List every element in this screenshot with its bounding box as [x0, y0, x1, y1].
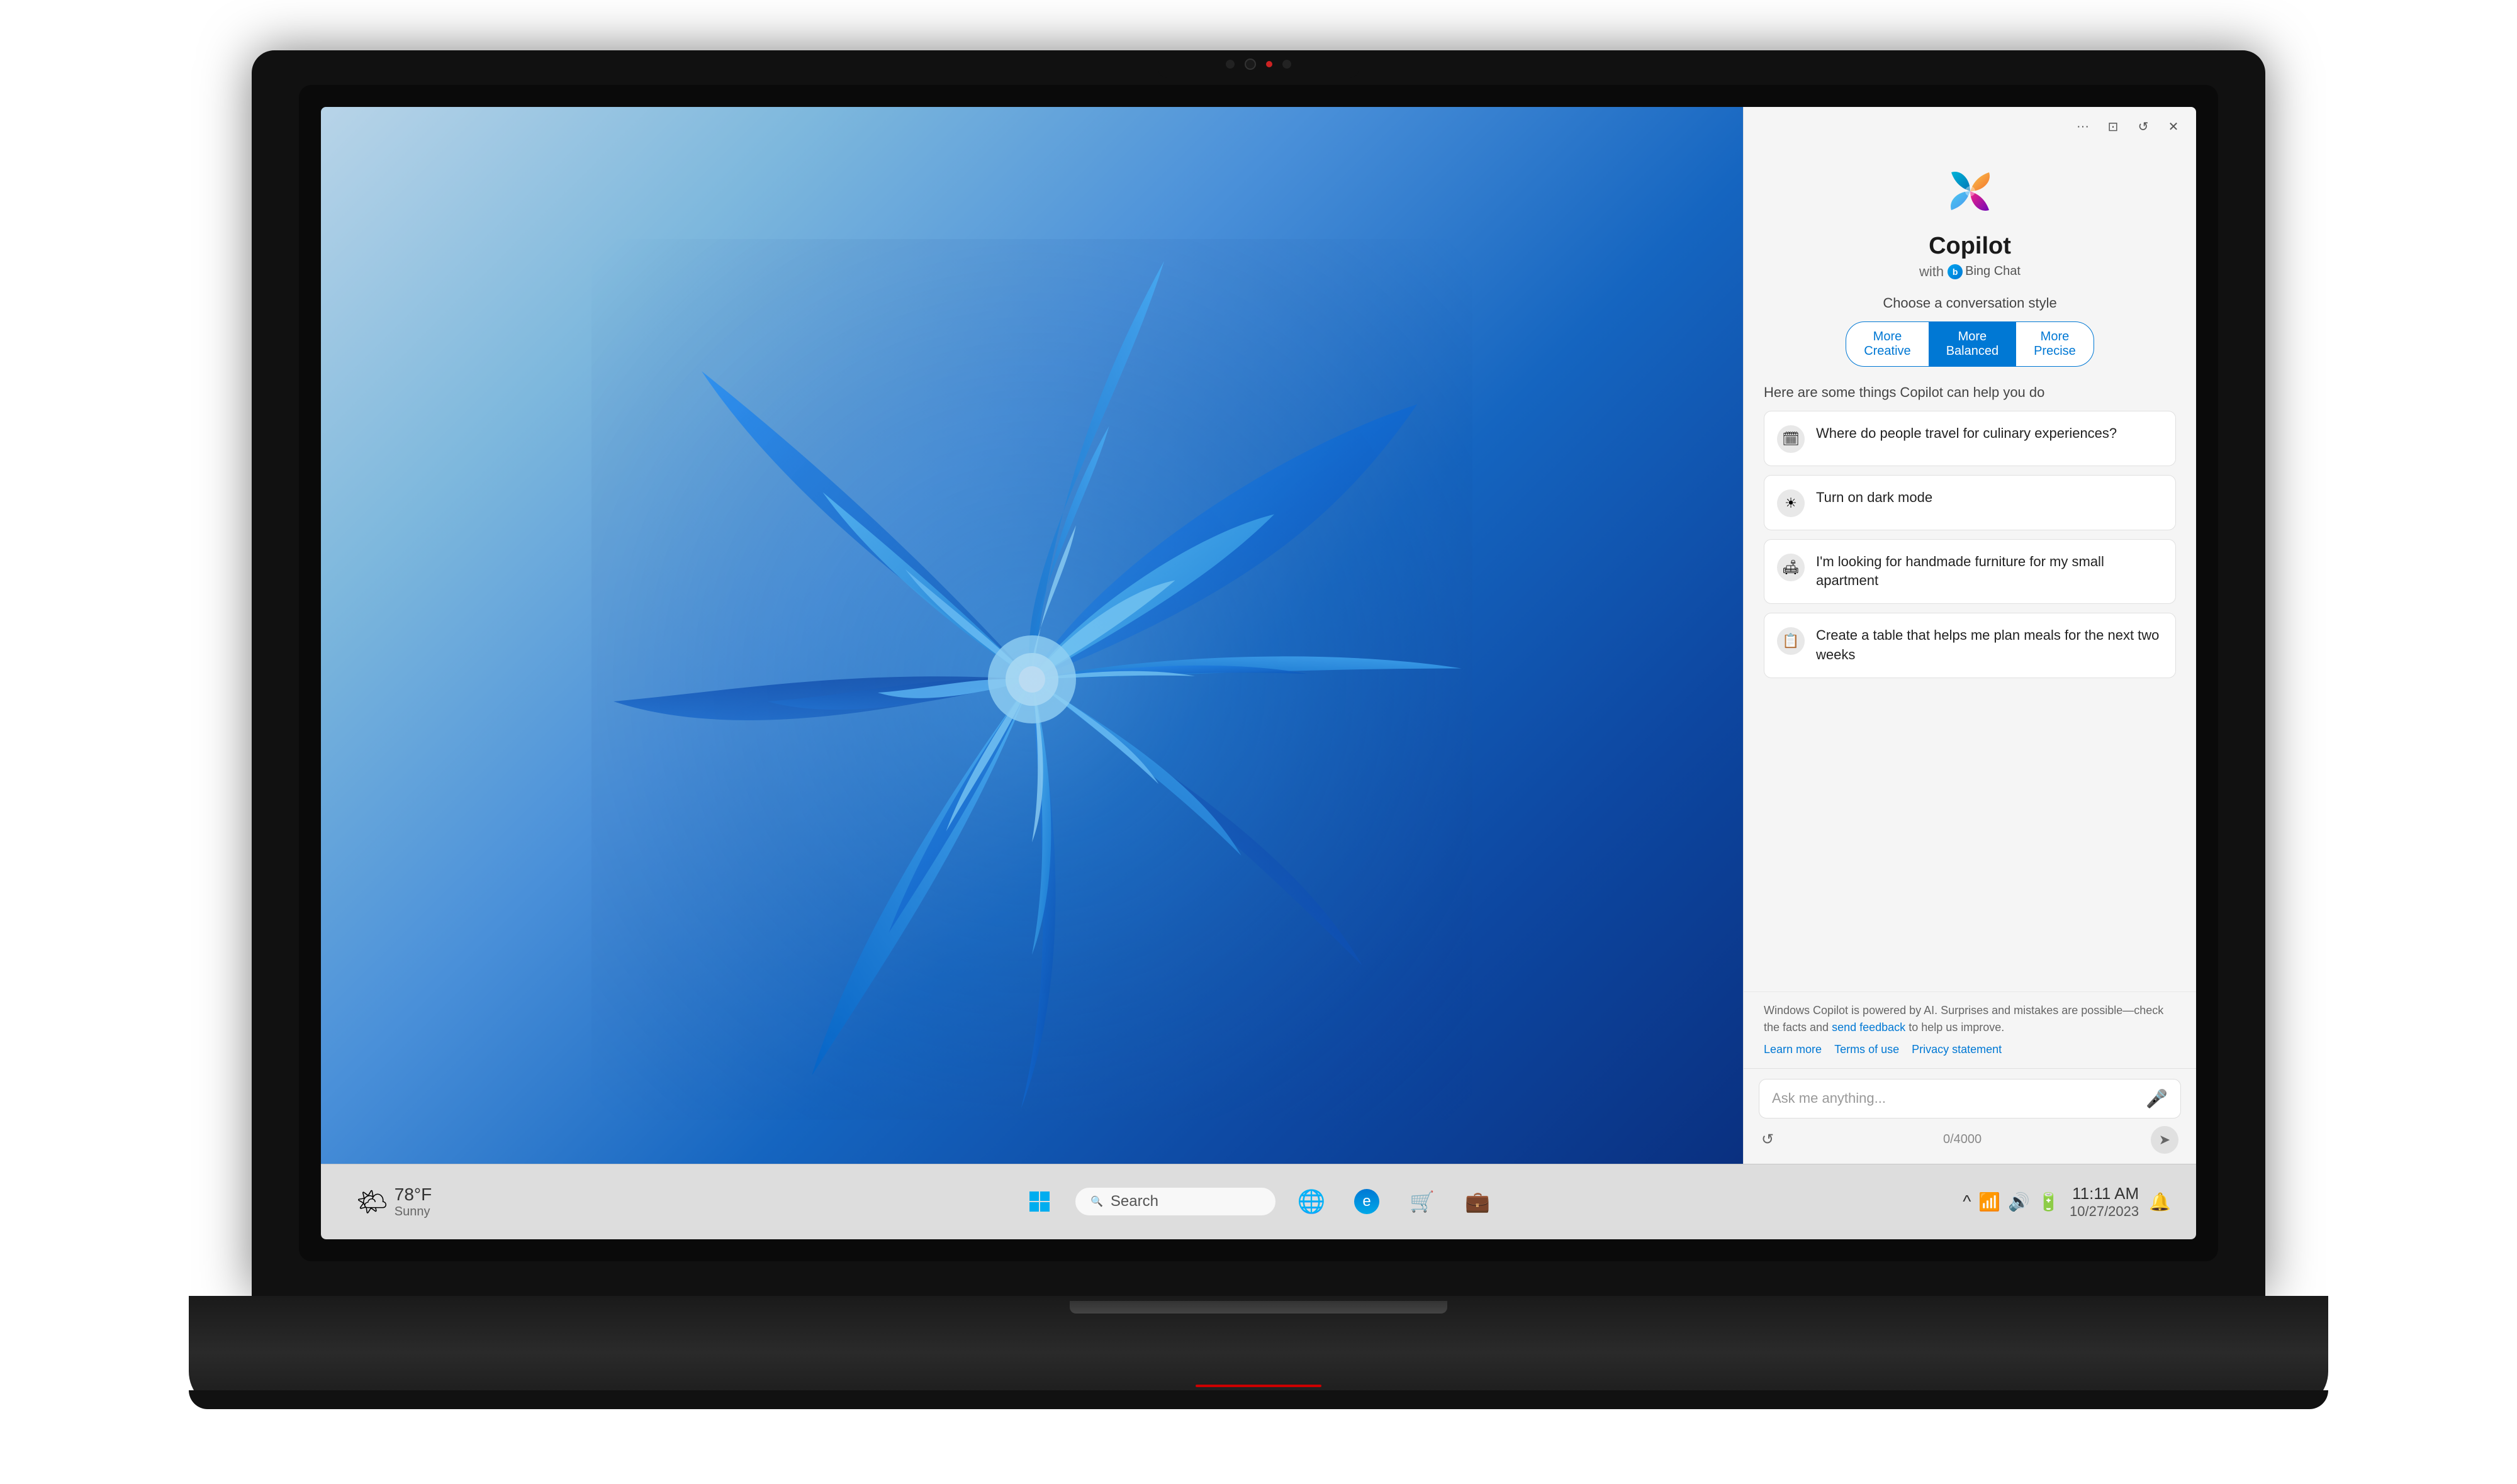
suggestion-icon-furniture: 🛋	[1777, 554, 1805, 581]
new-chat-button[interactable]: ⊡	[2103, 117, 2123, 137]
laptop-lid: ··· ⊡ ↺ ✕	[252, 50, 2265, 1296]
weather-text: 78°F Sunny	[395, 1185, 432, 1219]
suggestion-item-darkmode[interactable]: ☀ Turn on dark mode	[1764, 475, 2176, 530]
weather-condition: Sunny	[395, 1205, 432, 1219]
camera-dot-left	[1226, 60, 1235, 69]
desktop: ··· ⊡ ↺ ✕	[321, 107, 2196, 1164]
suggestion-icon-meals: 📋	[1777, 627, 1805, 655]
close-button[interactable]: ✕	[2163, 117, 2183, 137]
char-count: 0/4000	[1943, 1132, 1982, 1147]
clock[interactable]: 11:11 AM 10/27/2023	[2070, 1184, 2139, 1220]
copilot-suggestions: Here are some things Copilot can help yo…	[1744, 382, 2196, 991]
style-btn-creative[interactable]: MoreCreative	[1846, 322, 1928, 366]
laptop-base-bottom	[189, 1390, 2328, 1409]
bloom-wallpaper	[591, 239, 1472, 1120]
privacy-statement-link[interactable]: Privacy statement	[1912, 1041, 2002, 1058]
footer-links: Learn more Terms of use Privacy statemen…	[1764, 1041, 2176, 1058]
search-bar-text: Search	[1111, 1193, 1158, 1210]
screen: ··· ⊡ ↺ ✕	[321, 107, 2196, 1239]
input-placeholder: Ask me anything...	[1772, 1090, 2138, 1107]
copilot-titlebar: ··· ⊡ ↺ ✕	[1744, 107, 2196, 147]
tray-battery-icon[interactable]: 🔋	[2038, 1191, 2060, 1212]
clock-time: 11:11 AM	[2070, 1184, 2139, 1203]
taskbar-center: 🔍 Search 🌐 e 🛒 💼	[1019, 1181, 1498, 1222]
input-footer-left: ↺	[1761, 1130, 1774, 1149]
notification-icon[interactable]: 🔔	[2149, 1191, 2171, 1212]
style-buttons: MoreCreative MoreBalanced MorePrecise	[1846, 321, 2094, 367]
system-tray: ^ 📶 🔊 🔋	[1963, 1191, 2060, 1212]
taskbar-teams-icon[interactable]: 💼	[1457, 1181, 1498, 1222]
screen-bezel: ··· ⊡ ↺ ✕	[299, 85, 2218, 1261]
wallpaper	[321, 107, 1743, 1164]
camera-dot-right	[1282, 60, 1291, 69]
bing-icon: b	[1948, 264, 1963, 279]
copilot-logo	[1939, 160, 2002, 223]
more-options-button[interactable]: ···	[2073, 117, 2093, 137]
suggestion-text-furniture: I'm looking for handmade furniture for m…	[1816, 552, 2163, 591]
weather-widget[interactable]: 🌤 78°F Sunny	[346, 1180, 442, 1224]
footer-note-text2: to help us improve.	[1909, 1021, 2004, 1034]
search-icon: 🔍	[1090, 1195, 1103, 1208]
copilot-subtitle: with b Bing Chat	[1919, 264, 2021, 280]
bing-badge: b Bing Chat	[1948, 264, 2021, 279]
mic-icon[interactable]: 🎤	[2146, 1088, 2168, 1109]
learn-more-link[interactable]: Learn more	[1764, 1041, 1822, 1058]
suggestion-text-darkmode: Turn on dark mode	[1816, 488, 1932, 508]
taskbar-left: 🌤 78°F Sunny	[346, 1180, 442, 1224]
suggestion-icon-darkmode: ☀	[1777, 489, 1805, 517]
terms-of-use-link[interactable]: Terms of use	[1834, 1041, 1899, 1058]
suggestions-header: Here are some things Copilot can help yo…	[1764, 382, 2176, 401]
with-label: with	[1919, 264, 1944, 280]
copilot-header: Copilot with b Bing Chat Choose a conver…	[1744, 147, 2196, 382]
input-footer: ↺ 0/4000 ➤	[1759, 1126, 2181, 1154]
laptop-hinge	[1070, 1301, 1447, 1314]
weather-temp: 78°F	[395, 1185, 432, 1205]
conversation-style-label: Choose a conversation style	[1883, 295, 2056, 311]
send-button[interactable]: ➤	[2151, 1126, 2178, 1154]
copilot-panel: ··· ⊡ ↺ ✕	[1743, 107, 2196, 1164]
style-btn-balanced[interactable]: MoreBalanced	[1929, 322, 2016, 366]
suggestion-item-culinary[interactable]: 🗓 Where do people travel for culinary ex…	[1764, 411, 2176, 466]
send-feedback-link[interactable]: send feedback	[1832, 1021, 1905, 1034]
laptop-outer: ··· ⊡ ↺ ✕	[189, 50, 2328, 1434]
windows-logo-icon	[1028, 1190, 1051, 1213]
suggestion-item-meals[interactable]: 📋 Create a table that helps me plan meal…	[1764, 613, 2176, 678]
camera-red-dot	[1266, 61, 1272, 67]
suggestion-text-culinary: Where do people travel for culinary expe…	[1816, 424, 2117, 444]
start-button[interactable]	[1019, 1181, 1060, 1222]
search-bar[interactable]: 🔍 Search	[1075, 1187, 1276, 1216]
weather-icon: 🌤	[356, 1187, 388, 1217]
taskbar: 🌤 78°F Sunny	[321, 1164, 2196, 1239]
tray-sound-icon[interactable]: 🔊	[2008, 1191, 2030, 1212]
laptop-base	[189, 1296, 2328, 1409]
suggestion-item-furniture[interactable]: 🛋 I'm looking for handmade furniture for…	[1764, 539, 2176, 605]
red-accent	[1196, 1385, 1321, 1387]
camera-bar	[1158, 50, 1359, 78]
taskbar-browser-icon[interactable]: e	[1347, 1181, 1387, 1222]
suggestion-icon-culinary: 🗓	[1777, 425, 1805, 453]
style-btn-precise[interactable]: MorePrecise	[2016, 322, 2094, 366]
camera-lens	[1245, 59, 1256, 70]
taskbar-store-icon[interactable]: 🛒	[1402, 1181, 1442, 1222]
bing-label: Bing Chat	[1965, 264, 2021, 279]
suggestion-text-meals: Create a table that helps me plan meals …	[1816, 626, 2163, 665]
refresh-icon[interactable]: ↺	[1761, 1130, 1774, 1149]
copilot-footer-note: Windows Copilot is powered by AI. Surpri…	[1744, 991, 2196, 1068]
tray-chevron-icon[interactable]: ^	[1963, 1191, 1971, 1212]
clock-date: 10/27/2023	[2070, 1203, 2139, 1220]
tray-network-icon[interactable]: 📶	[1978, 1191, 2000, 1212]
taskbar-right: ^ 📶 🔊 🔋 11:11 AM 10/27/2023 🔔	[1963, 1184, 2171, 1220]
copilot-title: Copilot	[1929, 233, 2011, 260]
taskbar-widgets-icon[interactable]: 🌐	[1291, 1181, 1331, 1222]
history-button[interactable]: ↺	[2133, 117, 2153, 137]
input-box[interactable]: Ask me anything... 🎤	[1759, 1079, 2181, 1119]
copilot-input-area: Ask me anything... 🎤 ↺ 0/4000 ➤	[1744, 1068, 2196, 1164]
